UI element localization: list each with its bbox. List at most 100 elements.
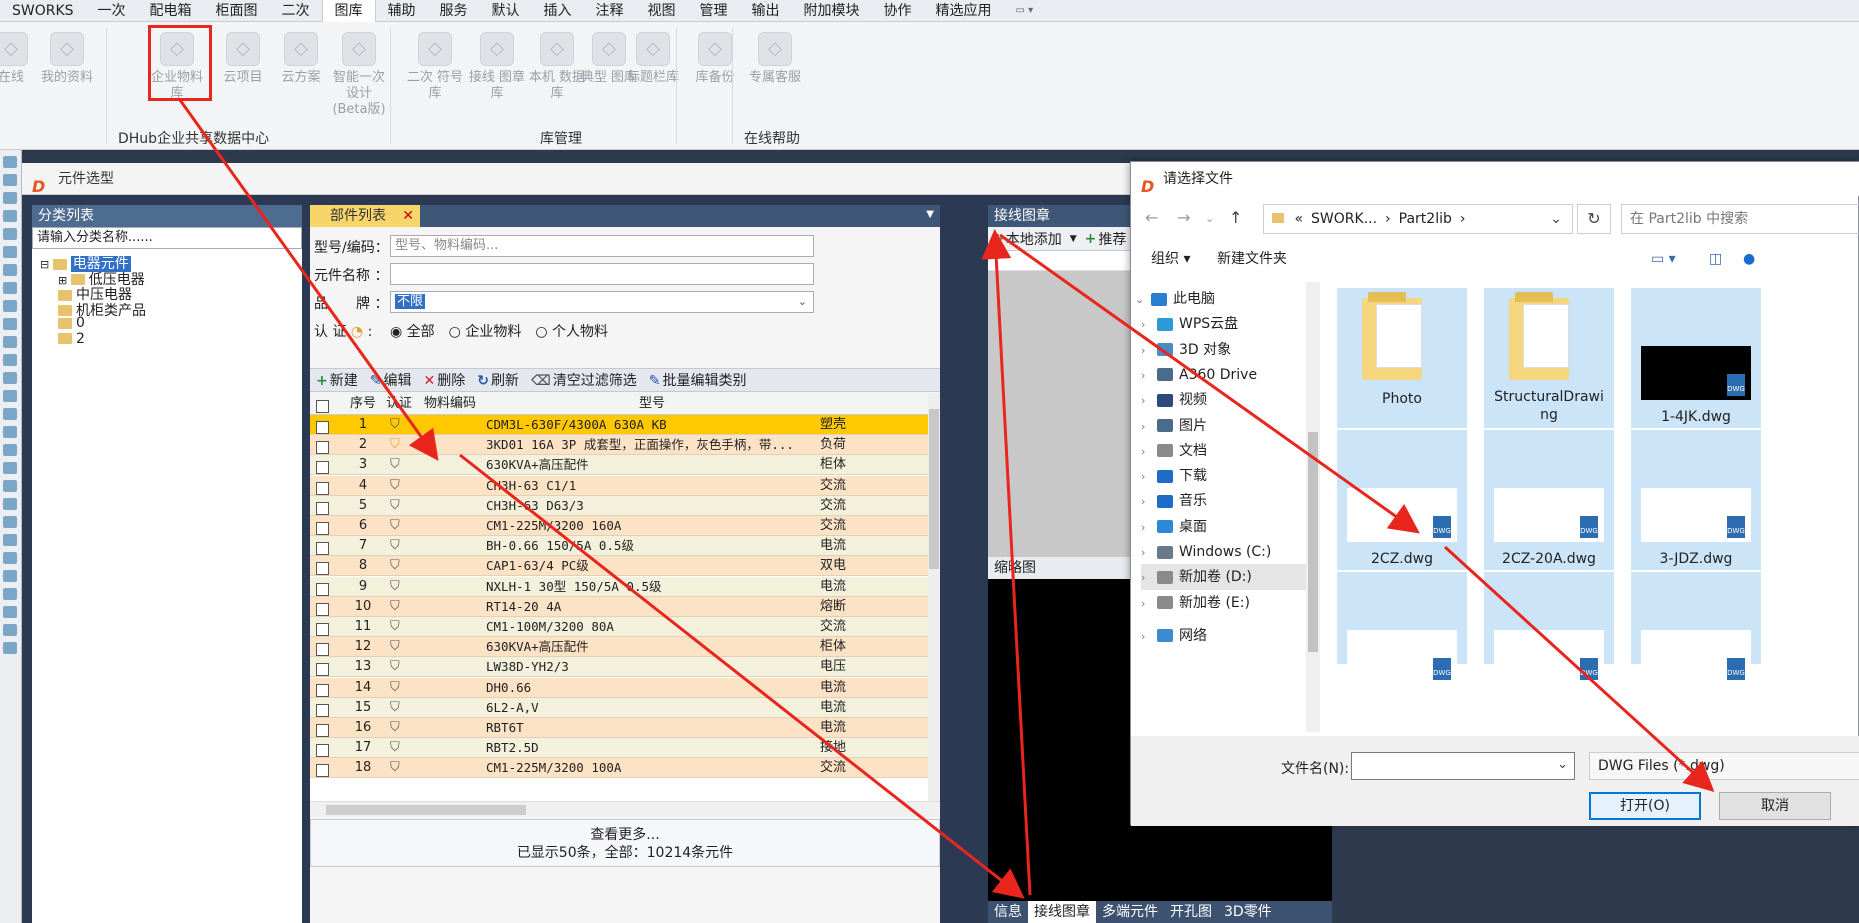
nav-tree-item[interactable]: › 3D 对象 — [1141, 337, 1231, 363]
file-item[interactable]: DWG 2CZ-20A.dwg — [1484, 430, 1614, 570]
menu-item[interactable]: 柜面图 — [204, 0, 270, 22]
toolbar-button[interactable]: ↻ 刷新 — [471, 370, 525, 390]
nav-tree-item[interactable]: › Windows (C:) — [1141, 539, 1271, 565]
forward-icon[interactable]: → — [1177, 208, 1190, 227]
chevron-down-icon[interactable]: ⌄ — [1557, 757, 1568, 772]
file-item[interactable]: StructuralDrawing — [1484, 288, 1614, 428]
name-input[interactable] — [390, 263, 814, 285]
preview-pane-icon[interactable]: ◫ — [1709, 242, 1722, 276]
chevron-icon[interactable]: › — [1141, 363, 1157, 389]
toolbar-button[interactable]: ✎ 批量编辑类别 — [643, 370, 753, 390]
nav-tree-item[interactable]: › WPS云盘 — [1141, 311, 1238, 337]
table-row[interactable]: 5 ⛉ CH3H-63 D63/3 交流 — [310, 495, 928, 516]
file-item[interactable]: DWG 1-4JK.dwg — [1631, 288, 1761, 428]
table-row[interactable]: 4 ⛉ CH3H-63 C1/1 交流 — [310, 475, 928, 496]
chevron-icon[interactable]: › — [1141, 624, 1157, 650]
filetype-select[interactable]: DWG Files (*.dwg) — [1589, 752, 1859, 780]
grid-horizontal-scrollbar[interactable] — [310, 801, 940, 817]
recommend-button[interactable]: 推荐 — [1098, 229, 1126, 249]
tab-part-list[interactable]: 部件列表 ✕ — [310, 205, 420, 227]
chevron-icon[interactable]: › — [1141, 439, 1157, 465]
ribbon-button[interactable]: ◇ 云项目 — [212, 26, 274, 86]
cert-radio[interactable]: ◉ 全部 — [390, 324, 435, 340]
ribbon-button[interactable]: ◇ 智能一次设计 (Beta版) — [328, 26, 390, 118]
chevron-down-icon[interactable]: ⌄ — [1205, 212, 1214, 225]
menu-item[interactable]: 辅助 — [376, 0, 428, 22]
nav-tree-item[interactable]: › 新加卷 (D:) — [1141, 564, 1306, 591]
table-row[interactable]: 2 ⛉ 3KD01 16A 3P 成套型，正面操作，灰色手柄，带... 负荷 — [310, 435, 928, 456]
ribbon-button[interactable]: ◇ 二次 符号库 — [404, 26, 466, 102]
menu-item[interactable]: 协作 — [872, 0, 924, 22]
cert-radio[interactable]: ○ 个人物料 — [535, 324, 608, 340]
local-add-button[interactable]: 本地添加 — [1006, 229, 1062, 249]
file-item[interactable]: DWG 3-JDZ.dwg — [1631, 430, 1761, 570]
ribbon-button[interactable]: ◇ 专属客服 — [744, 26, 806, 86]
collapse-icon[interactable]: ⊟ — [40, 258, 53, 271]
chevron-icon[interactable]: › — [1141, 591, 1157, 617]
chevron-down-icon[interactable]: ⌄ — [1550, 205, 1562, 233]
new-folder-button[interactable]: 新建文件夹 — [1217, 242, 1287, 276]
nav-tree-item[interactable]: › 文档 — [1141, 438, 1207, 464]
chevron-icon[interactable]: ⌄ — [1135, 287, 1151, 313]
toolbar-button[interactable]: ✕ 删除 — [417, 370, 471, 390]
table-row[interactable]: 10 ⛉ RT14-20 4A 熔断 — [310, 596, 928, 617]
file-item[interactable]: DWG — [1337, 572, 1467, 684]
tab-4[interactable]: 3D零件 — [1218, 901, 1278, 923]
breadcrumb-part[interactable]: › — [1460, 211, 1466, 227]
breadcrumb-part[interactable]: Part2lib — [1399, 211, 1452, 227]
menu-item[interactable]: 二次 — [270, 0, 322, 22]
chevron-icon[interactable]: › — [1141, 312, 1157, 338]
toolbar-button[interactable]: ⌫ 清空过滤筛选 — [525, 370, 643, 390]
menu-item[interactable]: 附加模块 — [792, 0, 872, 22]
table-row[interactable]: 13 ⛉ LW38D-YH2/3 电压 — [310, 657, 928, 678]
breadcrumb-part[interactable]: › — [1385, 211, 1391, 227]
table-row[interactable]: 6 ⛉ CM1-225M/3200 160A 交流 — [310, 516, 928, 536]
menu-item[interactable]: 输出 — [740, 0, 792, 22]
file-item[interactable]: DWG — [1631, 572, 1761, 684]
cert-radio[interactable]: ○ 企业物料 — [449, 324, 522, 340]
address-bar[interactable]: « SWORK... › Part2lib › ⌄ — [1263, 204, 1573, 234]
ribbon-button[interactable]: ◇ 库备份 — [684, 26, 746, 86]
menu-item[interactable]: 管理 — [688, 0, 740, 22]
table-row[interactable]: 11 ⛉ CM1-100M/3200 80A 交流 — [310, 617, 928, 637]
open-button[interactable]: 打开(O) — [1589, 792, 1701, 820]
menu-item[interactable]: 图库 — [321, 0, 376, 22]
ribbon-button[interactable]: ◇ 标题栏库 — [622, 26, 684, 86]
file-item[interactable]: DWG 2CZ.dwg — [1337, 430, 1467, 570]
toolbar-button[interactable]: ✎ 编辑 — [364, 370, 418, 390]
close-icon[interactable]: ✕ — [402, 205, 414, 227]
tab-0[interactable]: 信息 — [988, 901, 1028, 923]
tab-3[interactable]: 开孔图 — [1164, 901, 1218, 923]
table-row[interactable]: 7 ⛉ BH-0.66 150/5A 0.5级 电流 — [310, 536, 928, 557]
menu-item[interactable]: 默认 — [480, 0, 532, 22]
menu-item[interactable]: 一次 — [86, 0, 138, 22]
category-search-input[interactable]: 请输入分类名称...... — [32, 227, 302, 249]
nav-tree-item[interactable]: › 视频 — [1141, 387, 1207, 413]
table-row[interactable]: 15 ⛉ 6L2-A,V 电流 — [310, 697, 928, 718]
tab-2[interactable]: 多端元件 — [1096, 901, 1164, 923]
nav-tree-item[interactable]: › 新加卷 (E:) — [1141, 590, 1250, 616]
chevron-icon[interactable]: › — [1141, 565, 1157, 591]
grid-vertical-scrollbar[interactable] — [928, 393, 940, 801]
nav-tree-item[interactable]: › 下载 — [1141, 463, 1207, 489]
table-row[interactable]: 9 ⛉ NXLH-1 30型 150/5A 0.5级 电流 — [310, 576, 928, 597]
menu-item[interactable]: 注释 — [584, 0, 636, 22]
table-row[interactable]: 17 ⛉ RBT2.5D 接地 — [310, 738, 928, 759]
chevron-down-icon[interactable]: ▼ — [1070, 234, 1077, 244]
chevron-icon[interactable]: › — [1141, 515, 1157, 541]
chevron-icon[interactable]: › — [1141, 464, 1157, 490]
table-row[interactable]: 8 ⛉ CAP1-63/4 PC级 双电 — [310, 556, 928, 577]
file-item[interactable]: DWG — [1484, 572, 1614, 684]
chevron-icon[interactable]: › — [1141, 489, 1157, 515]
toolbar-button[interactable]: + 新建 — [310, 370, 364, 390]
table-row[interactable]: 16 ⛉ RBT6T 电流 — [310, 718, 928, 738]
ribbon-button[interactable]: ◇ 接线 图章库 — [466, 26, 528, 102]
table-row[interactable]: 1 ⛉ CDM3L-630F/4300A 630A KB 塑壳 — [310, 415, 928, 435]
nav-tree-item[interactable]: › 网络 — [1141, 623, 1207, 649]
nav-tree-item[interactable]: › A360 Drive — [1141, 362, 1257, 388]
nav-tree-item[interactable]: › 音乐 — [1141, 488, 1207, 514]
menu-item[interactable]: 精选应用 — [924, 0, 1004, 22]
ribbon-button[interactable]: ◇ 我的资料 — [36, 26, 98, 86]
brand-select[interactable]: 不限 ⌄ — [390, 291, 814, 313]
breadcrumb-part[interactable]: « — [1294, 211, 1303, 227]
